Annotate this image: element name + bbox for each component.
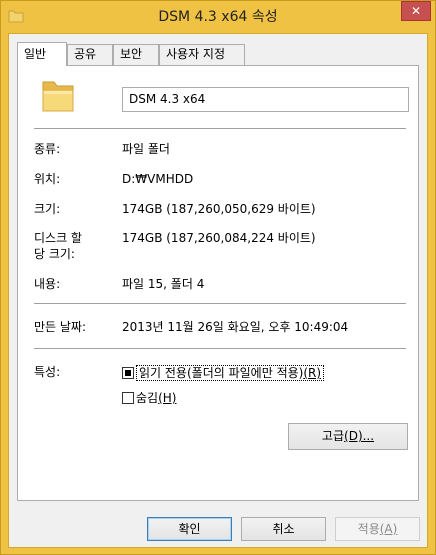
readonly-mnemonic: (R) [303, 366, 322, 380]
separator [34, 128, 406, 129]
created-label: 만든 날짜: [34, 320, 87, 334]
readonly-label-text: 읽기 전용(폴더의 파일에만 적용) [139, 366, 304, 380]
tab-security[interactable]: 보안 [113, 44, 159, 65]
contents-label: 내용: [34, 277, 61, 291]
apply-label: 적용 [357, 522, 380, 536]
ok-button[interactable]: 확인 [147, 517, 232, 541]
apply-mnemonic: (A) [379, 522, 398, 536]
hidden-checkbox-label[interactable]: 숨김(H) [136, 390, 176, 406]
size-label: 크기: [34, 202, 61, 216]
readonly-checkbox-label[interactable]: 읽기 전용(폴더의 파일에만 적용)(R) [136, 365, 325, 381]
location-label: 위치: [34, 172, 61, 186]
properties-window: DSM 4.3 x64 속성 ✕ 일반 공유 보안 사용자 지정 DSM 4.3… [0, 0, 436, 555]
close-button[interactable]: ✕ [401, 1, 431, 21]
size-value: 174GB (187,260,050,629 바이트) [122, 202, 316, 216]
disk-size-label-line2: 당 크기: [34, 247, 75, 261]
window-title: DSM 4.3 x64 속성 [158, 9, 278, 25]
attributes-label: 특성: [34, 365, 61, 379]
disk-size-value: 174GB (187,260,084,224 바이트) [122, 231, 316, 245]
advanced-button[interactable]: 고급(D)... [288, 423, 408, 450]
cancel-button[interactable]: 취소 [241, 517, 326, 541]
hidden-checkbox[interactable] [122, 392, 134, 404]
type-value: 파일 폴더 [122, 142, 170, 156]
advanced-mnemonic: (D)... [344, 429, 375, 443]
title-bar[interactable]: DSM 4.3 x64 속성 ✕ [1, 1, 435, 33]
advanced-label: 고급 [321, 429, 345, 443]
separator [34, 303, 406, 304]
disk-size-label-line1: 디스크 할 [34, 231, 82, 245]
contents-value: 파일 15, 폴더 4 [122, 277, 205, 291]
hidden-label-text: 숨김 [136, 391, 159, 405]
separator [34, 348, 406, 349]
location-value: D:₩VMHDD [122, 172, 194, 186]
tab-sharing[interactable]: 공유 [67, 44, 113, 65]
general-panel: DSM 4.3 x64 종류: 파일 폴더 위치: D:₩VMHDD 크기: 1… [17, 65, 419, 501]
apply-button[interactable]: 적용(A) [335, 517, 420, 541]
type-label: 종류: [34, 142, 61, 156]
readonly-checkbox[interactable] [122, 367, 134, 379]
dialog-client: 일반 공유 보안 사용자 지정 DSM 4.3 x64 종류: 파일 폴더 위치… [8, 33, 428, 548]
created-value: 2013년 11월 26일 화요일, 오후 10:49:04 [122, 320, 349, 334]
folder-icon [42, 81, 74, 112]
hidden-mnemonic: (H) [158, 391, 177, 405]
tab-general[interactable]: 일반 [17, 42, 67, 66]
tab-customize[interactable]: 사용자 지정 [159, 44, 245, 65]
folder-name-field[interactable]: DSM 4.3 x64 [122, 87, 409, 112]
